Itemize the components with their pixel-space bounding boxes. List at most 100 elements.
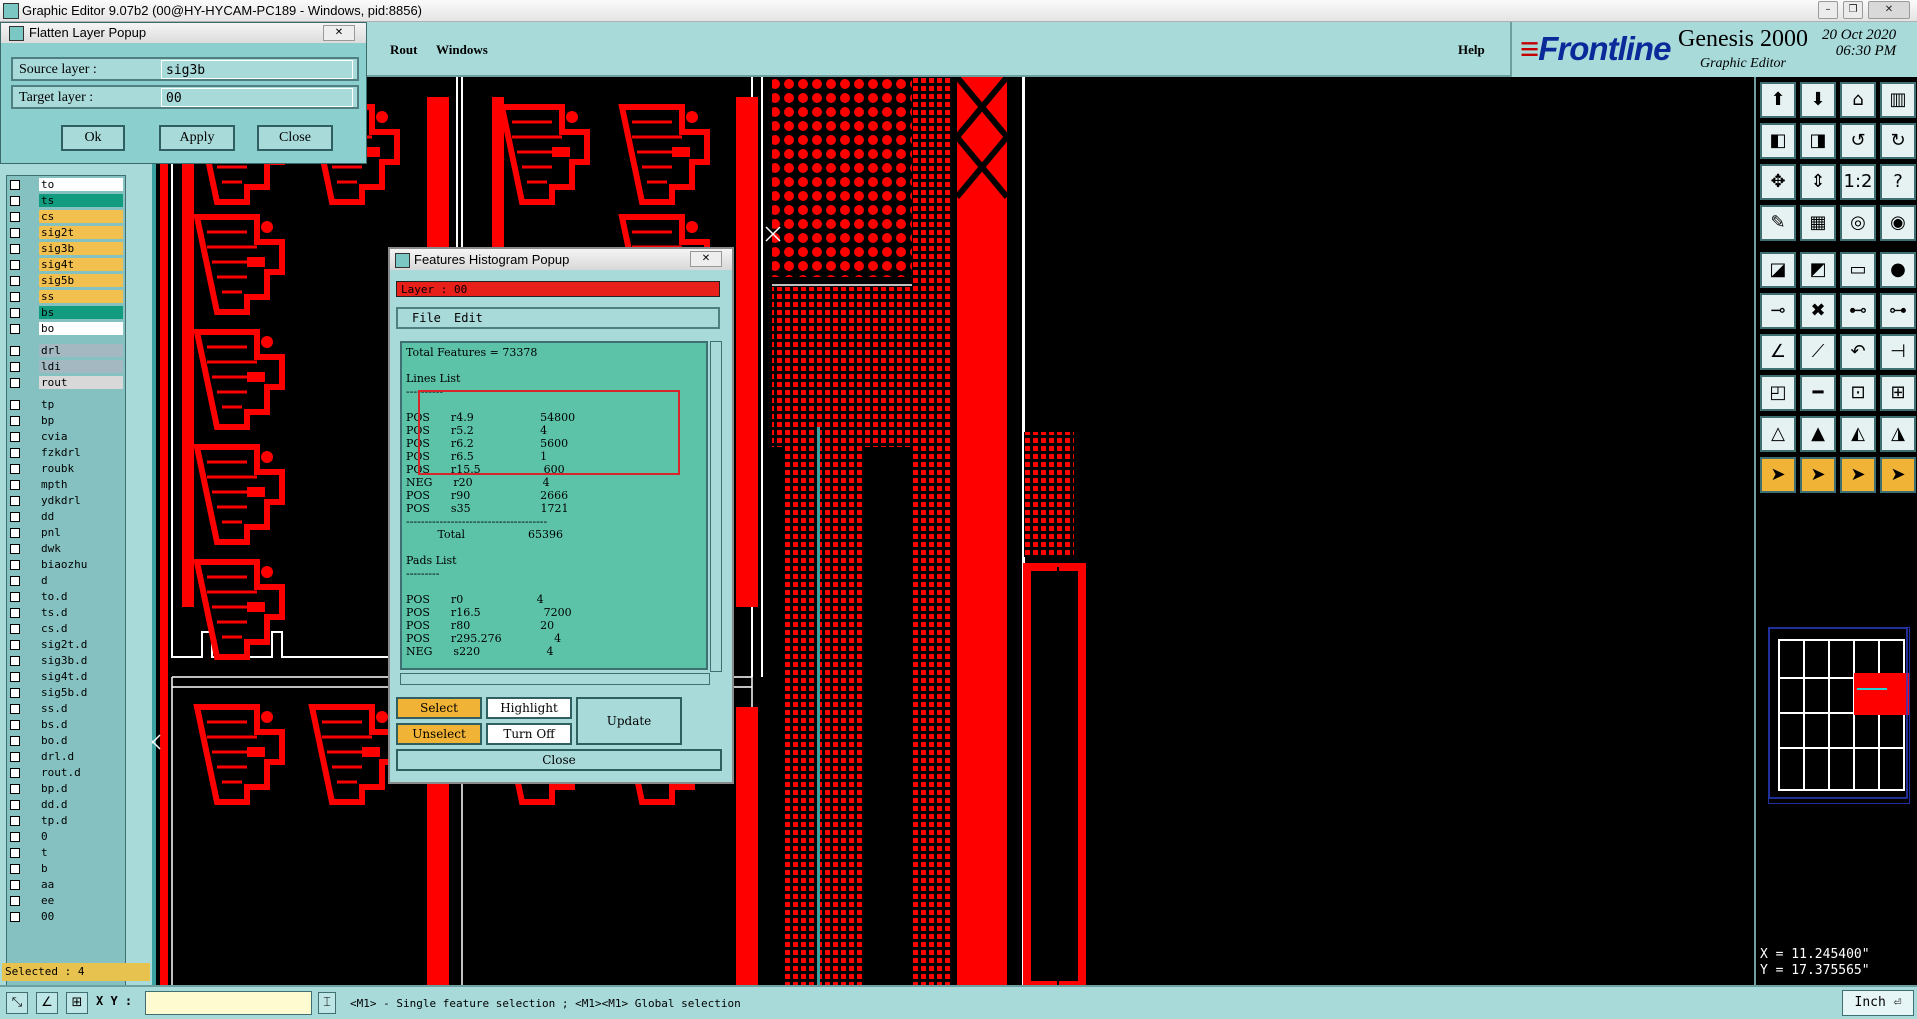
layer-row[interactable]: cs — [7, 210, 125, 223]
layer-checkbox[interactable] — [10, 448, 20, 458]
layer-row[interactable]: ss — [7, 290, 125, 303]
layer-row[interactable]: ee — [7, 894, 125, 907]
layer-checkbox[interactable] — [10, 800, 20, 810]
layer-checkbox[interactable] — [10, 704, 20, 714]
layer-name[interactable]: roubk — [39, 462, 123, 475]
layer-checkbox[interactable] — [10, 608, 20, 618]
layer-name[interactable]: ss.d — [39, 702, 123, 715]
minimap[interactable] — [1768, 627, 1910, 804]
layer-checkbox[interactable] — [10, 560, 20, 570]
layer-row[interactable]: sig5b — [7, 274, 125, 287]
layer-name[interactable]: sig2t — [39, 226, 123, 239]
layer-row[interactable]: sig2t — [7, 226, 125, 239]
tool-button-icon[interactable]: ✥ — [1760, 164, 1796, 200]
tool-button-icon[interactable]: ▦ — [1800, 205, 1836, 241]
tool-button-icon[interactable]: ◉ — [1880, 205, 1916, 241]
layer-name[interactable]: bo — [39, 322, 123, 335]
layer-row[interactable]: tp — [7, 398, 125, 411]
layer-row[interactable]: cs.d — [7, 622, 125, 635]
highlight-button[interactable]: Highlight — [486, 697, 572, 719]
layer-checkbox[interactable] — [10, 480, 20, 490]
layer-row[interactable]: d — [7, 574, 125, 587]
snap-icon[interactable]: ⊞ — [66, 992, 88, 1014]
tool-button-icon[interactable]: ◮ — [1880, 416, 1916, 452]
layer-row[interactable]: bs.d — [7, 718, 125, 731]
layer-name[interactable]: sig4t — [39, 258, 123, 271]
tool-button-icon[interactable]: ◭ — [1840, 416, 1876, 452]
layer-name[interactable]: cvia — [39, 430, 123, 443]
layer-name[interactable]: ss — [39, 290, 123, 303]
layer-name[interactable]: aa — [39, 878, 123, 891]
layer-row[interactable]: to.d — [7, 590, 125, 603]
tool-button-icon[interactable]: ? — [1880, 164, 1916, 200]
tool-button-icon[interactable]: ✎ — [1760, 205, 1796, 241]
layer-name[interactable]: to — [39, 178, 123, 191]
layer-name[interactable]: cs — [39, 210, 123, 223]
vertical-scrollbar[interactable] — [710, 341, 722, 672]
layer-row[interactable]: bo — [7, 322, 125, 335]
layer-row[interactable]: bp.d — [7, 782, 125, 795]
layer-name[interactable]: ydkdrl — [39, 494, 123, 507]
unselect-button[interactable]: Unselect — [396, 723, 482, 745]
layer-checkbox[interactable] — [10, 688, 20, 698]
layer-checkbox[interactable] — [10, 768, 20, 778]
layer-checkbox[interactable] — [10, 292, 20, 302]
layer-checkbox[interactable] — [10, 672, 20, 682]
layer-name[interactable]: bp — [39, 414, 123, 427]
xy-input[interactable] — [145, 991, 312, 1015]
layer-name[interactable]: mpth — [39, 478, 123, 491]
layer-row[interactable]: bp — [7, 414, 125, 427]
layer-checkbox[interactable] — [10, 896, 20, 906]
layer-name[interactable]: bp.d — [39, 782, 123, 795]
units-selector[interactable]: Inch ⏎ — [1842, 990, 1914, 1016]
tool-button-icon[interactable]: ━ — [1800, 375, 1836, 411]
layer-name[interactable]: bo.d — [39, 734, 123, 747]
zoom-icon[interactable]: ⤡ — [6, 992, 28, 1014]
tool-button-icon[interactable]: ⊞ — [1880, 375, 1916, 411]
layer-row[interactable]: cvia — [7, 430, 125, 443]
layer-row[interactable]: fzkdrl — [7, 446, 125, 459]
layer-checkbox[interactable] — [10, 624, 20, 634]
tool-button-icon[interactable]: ⊸ — [1760, 293, 1796, 329]
layer-name[interactable]: rout — [39, 376, 123, 389]
layer-checkbox[interactable] — [10, 260, 20, 270]
source-layer-input[interactable]: sig3b — [161, 60, 353, 79]
layer-row[interactable]: pnl — [7, 526, 125, 539]
layer-row[interactable]: drl.d — [7, 750, 125, 763]
layer-name[interactable]: bs.d — [39, 718, 123, 731]
tool-button-icon[interactable]: ▲ — [1800, 416, 1836, 452]
layer-row[interactable]: bo.d — [7, 734, 125, 747]
tool-button-icon[interactable]: ∠ — [1760, 334, 1796, 370]
measure-icon[interactable]: ∠ — [36, 992, 58, 1014]
layer-row[interactable]: rout.d — [7, 766, 125, 779]
layer-row[interactable]: sig4t.d — [7, 670, 125, 683]
close-icon[interactable]: ✕ — [690, 251, 722, 267]
layer-name[interactable]: t — [39, 846, 123, 859]
horizontal-scrollbar[interactable] — [400, 673, 710, 685]
layer-name[interactable]: drl — [39, 344, 123, 357]
layer-row[interactable]: sig3b.d — [7, 654, 125, 667]
tool-button-icon[interactable]: ➤ — [1880, 457, 1916, 493]
layer-row[interactable]: biaozhu — [7, 558, 125, 571]
layer-checkbox[interactable] — [10, 276, 20, 286]
ok-button[interactable]: Ok — [61, 125, 125, 151]
layer-row[interactable]: 00 — [7, 910, 125, 923]
layer-name[interactable]: rout.d — [39, 766, 123, 779]
layer-checkbox[interactable] — [10, 528, 20, 538]
layer-checkbox[interactable] — [10, 196, 20, 206]
target-layer-input[interactable]: 00 — [161, 88, 353, 107]
layer-row[interactable]: roubk — [7, 462, 125, 475]
restore-icon[interactable]: ❐ — [1843, 1, 1863, 19]
layer-checkbox[interactable] — [10, 362, 20, 372]
tool-button-icon[interactable]: ◎ — [1840, 205, 1876, 241]
layer-name[interactable]: ts.d — [39, 606, 123, 619]
layer-row[interactable]: ss.d — [7, 702, 125, 715]
tool-button-icon[interactable]: ↶ — [1840, 334, 1876, 370]
layer-name[interactable]: ldi — [39, 360, 123, 373]
tool-button-icon[interactable]: ↻ — [1880, 123, 1916, 159]
tool-button-icon[interactable]: ⌂ — [1840, 82, 1876, 118]
apply-button[interactable]: Apply — [159, 125, 235, 151]
menu-help[interactable]: Help — [1458, 42, 1485, 58]
layer-name[interactable]: b — [39, 862, 123, 875]
layer-row[interactable]: ldi — [7, 360, 125, 373]
